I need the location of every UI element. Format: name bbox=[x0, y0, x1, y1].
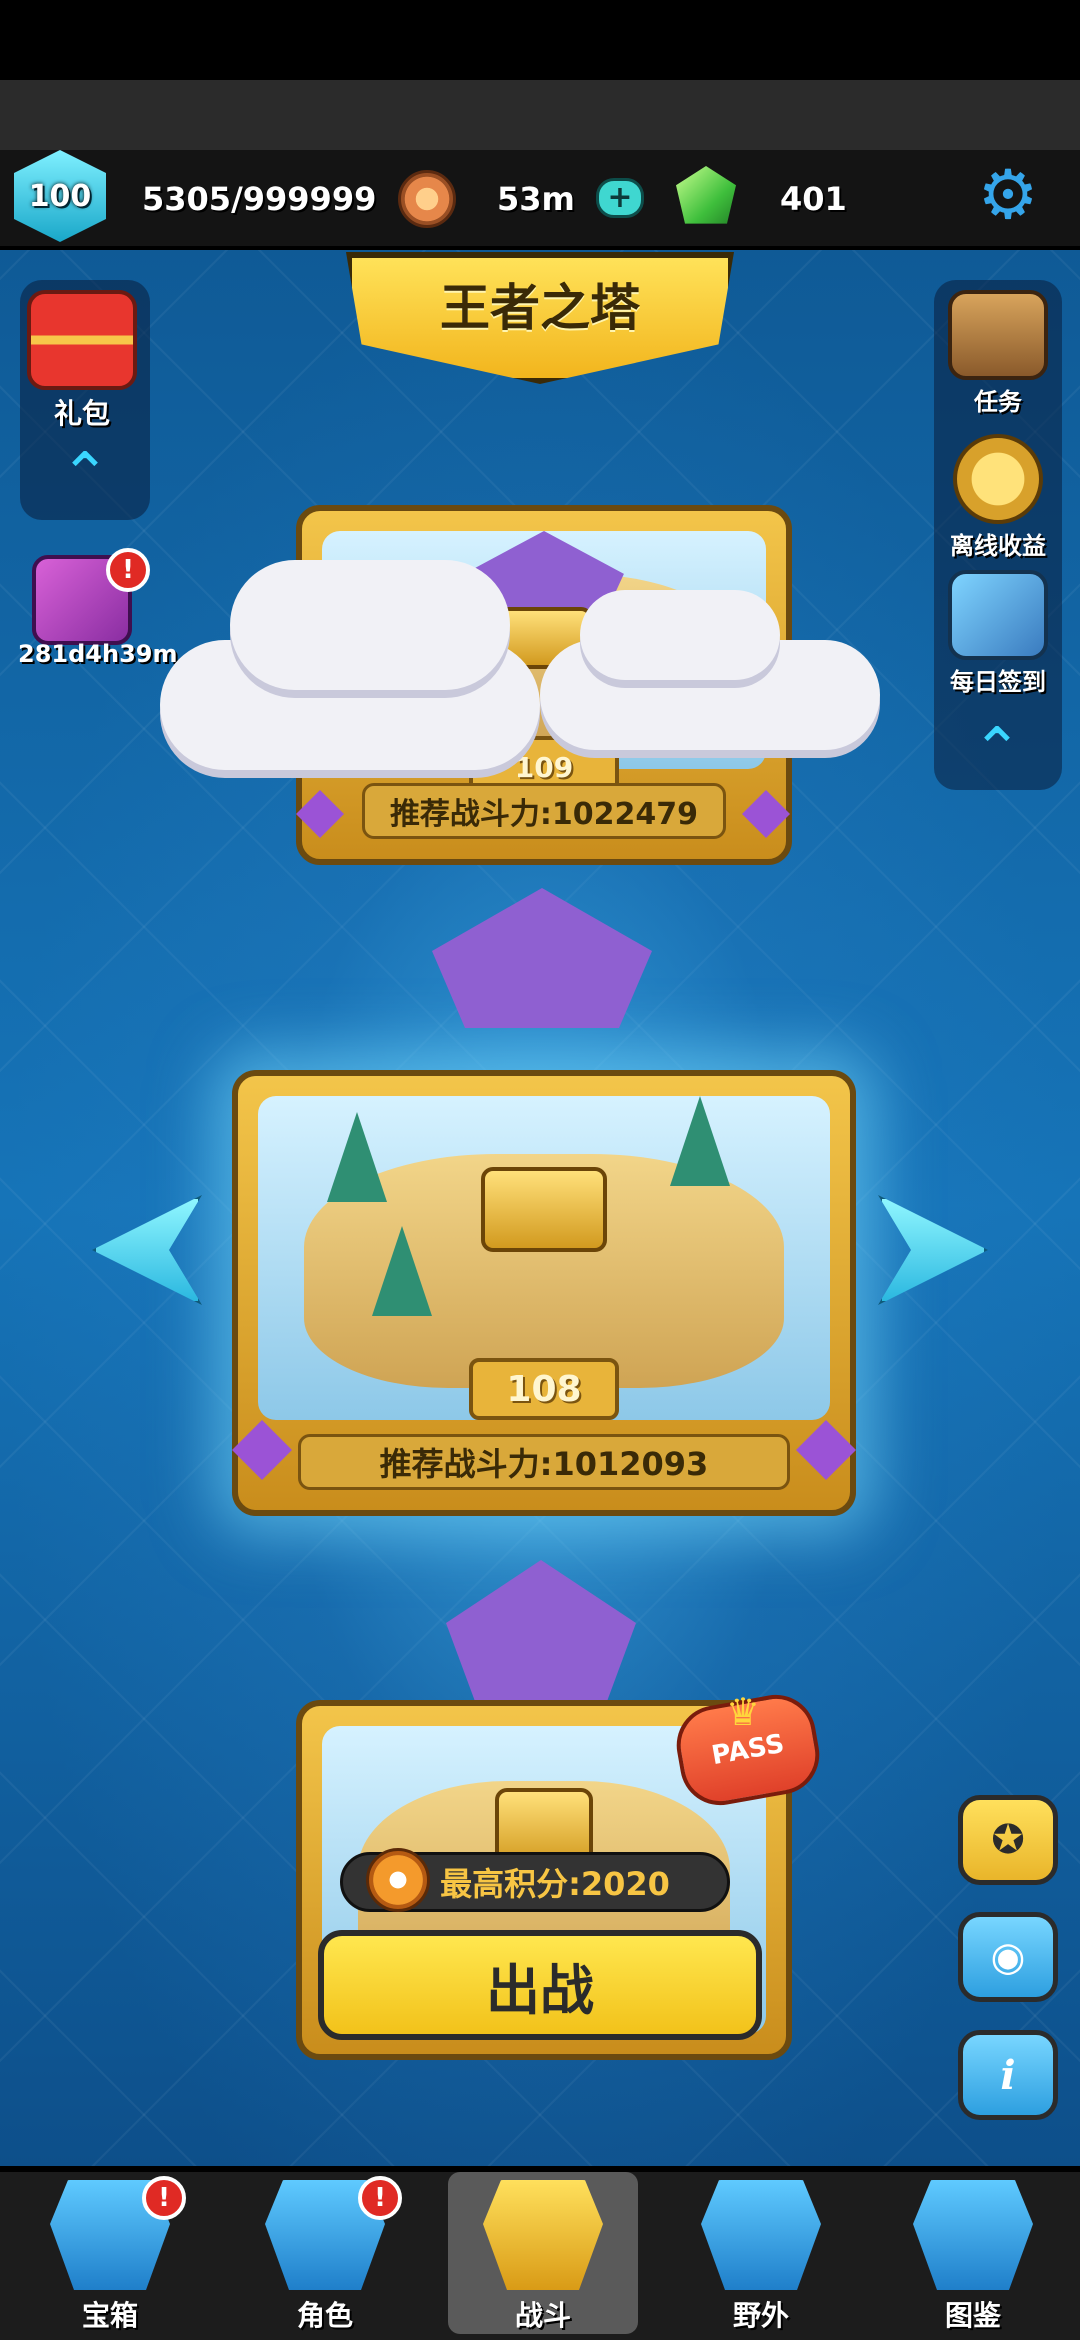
experience-counter: 5305/999999 bbox=[142, 180, 377, 218]
nav-battle-label: 战斗 bbox=[514, 2299, 571, 2332]
info-icon[interactable]: i bbox=[958, 2030, 1058, 2120]
nav-wild-label: 野外 bbox=[732, 2299, 789, 2332]
nav-wild[interactable]: 野外 bbox=[676, 2180, 846, 2334]
page-title: 王者之塔 bbox=[440, 279, 640, 337]
chevron-up-icon[interactable]: ⌃ bbox=[952, 720, 1042, 780]
alert-badge: ! bbox=[106, 548, 150, 592]
offline-income-label: 离线收益 bbox=[950, 532, 1046, 560]
alert-badge: ! bbox=[142, 2176, 186, 2220]
recommended-power-upper: 推荐战斗力:1022479 bbox=[362, 783, 726, 839]
recommended-power-current: 推荐战斗力:1012093 bbox=[298, 1434, 790, 1490]
status-bar bbox=[0, 0, 1080, 80]
cloud bbox=[230, 560, 510, 690]
gift-pack-button[interactable]: 礼包 bbox=[22, 290, 142, 432]
stage-card-current[interactable]: 108 推荐战斗力:1012093 bbox=[232, 1070, 856, 1516]
coin-counter: 53m bbox=[497, 180, 575, 218]
book-icon bbox=[913, 2180, 1033, 2290]
coin-icon bbox=[398, 170, 456, 228]
medal-ranking-button[interactable]: ✪ bbox=[958, 1795, 1058, 1885]
alert-badge: ! bbox=[358, 2176, 402, 2220]
stage-number-current: 108 bbox=[469, 1358, 619, 1420]
gear-icon[interactable]: ⚙ bbox=[972, 160, 1044, 232]
daily-signin-label: 每日签到 bbox=[950, 668, 1046, 696]
chevron-up-icon[interactable]: ⌃ bbox=[40, 445, 130, 505]
quests-label: 任务 bbox=[974, 388, 1022, 416]
crown-icon: ♛ bbox=[726, 1690, 761, 1734]
nav-codex-label: 图鉴 bbox=[944, 2299, 1001, 2332]
nav-codex[interactable]: 图鉴 bbox=[888, 2180, 1058, 2334]
nav-chests-label: 宝箱 bbox=[81, 2299, 138, 2332]
quest-scroll-icon bbox=[948, 290, 1048, 380]
offline-income-button[interactable]: 离线收益 bbox=[934, 434, 1062, 561]
quests-button[interactable]: 任务 bbox=[938, 290, 1058, 417]
add-coins-button[interactable]: + bbox=[596, 178, 644, 218]
cloud bbox=[580, 590, 780, 680]
fight-button[interactable]: 出战 bbox=[318, 1930, 762, 2040]
gift-box-icon bbox=[27, 290, 137, 390]
event-timer: 281d4h39m bbox=[18, 640, 178, 668]
eye-icon[interactable]: ◉ bbox=[958, 1912, 1058, 2002]
checkmark-flag-icon bbox=[948, 570, 1048, 660]
pine-tree bbox=[669, 1096, 730, 1186]
gem-counter: 401 bbox=[780, 180, 847, 218]
pine-tree bbox=[326, 1112, 387, 1203]
gift-pack-label: 礼包 bbox=[53, 397, 110, 430]
pine-tree bbox=[372, 1225, 433, 1316]
treasure-chest-icon bbox=[481, 1167, 607, 1252]
medal-icon bbox=[366, 1848, 430, 1912]
gold-coin-icon bbox=[953, 434, 1043, 524]
nav-characters-label: 角色 bbox=[296, 2299, 353, 2332]
crossed-swords-icon bbox=[483, 2180, 603, 2290]
player-level: 100 bbox=[28, 178, 92, 214]
daily-signin-button[interactable]: 每日签到 bbox=[934, 570, 1062, 697]
nav-battle[interactable]: 战斗 bbox=[458, 2180, 628, 2334]
castle-icon bbox=[701, 2180, 821, 2290]
